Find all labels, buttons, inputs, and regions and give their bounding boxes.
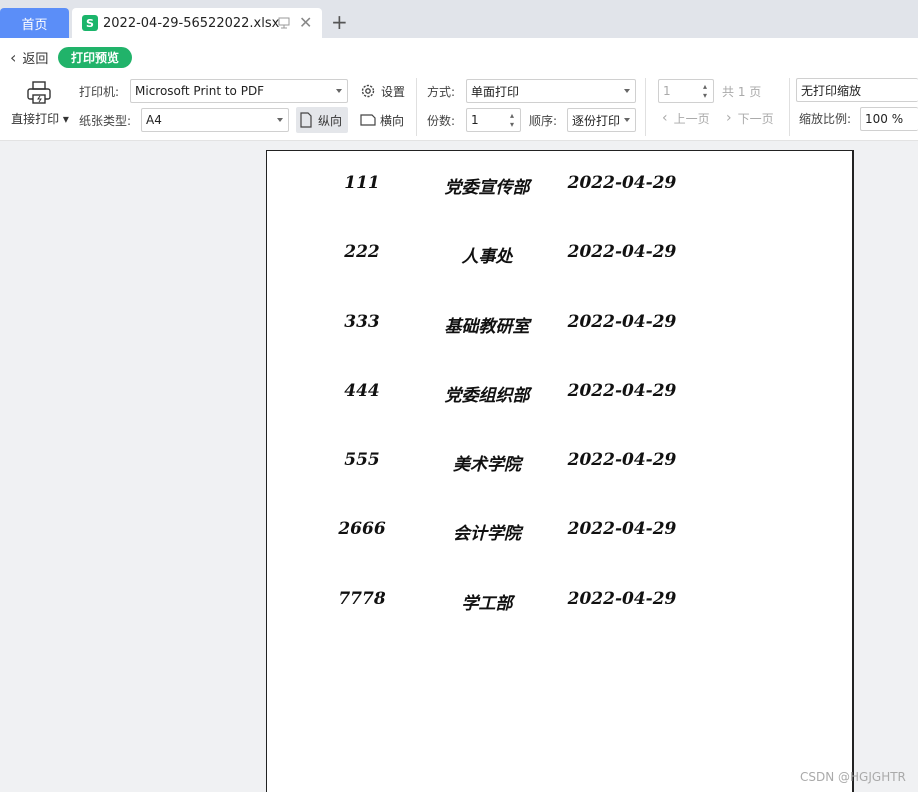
order-label: 顺序: [529, 114, 558, 128]
page-number-stepper[interactable]: 1 ▴ ▾ [658, 79, 714, 103]
paper-type-value: A4 [146, 113, 162, 127]
direct-print-button[interactable]: 直接打印 ▾ [9, 78, 69, 128]
tab-file-label: 2022-04-29-56522022.xlsx [103, 15, 280, 31]
scale-input[interactable]: 100 % [860, 107, 918, 131]
preview-area[interactable]: 111 党委宣传部 2022-04-29 222 人事处 2022-04-29 333 基础教… [0, 141, 918, 792]
landscape-page-icon [360, 114, 376, 126]
tab-bar: 首页 S 2022-04-29-56522022.xlsx ✕ + [0, 0, 918, 38]
row-dept: 党委宣传部 [444, 178, 530, 198]
scale-mode-value: 无打印缩放 [801, 83, 862, 98]
stepper-arrows-icon[interactable]: ▴ ▾ [508, 111, 516, 129]
row-date: 2022-04-29 [567, 450, 677, 470]
spreadsheet-icon: S [82, 15, 98, 31]
order-select[interactable]: 逐份打印 [567, 108, 636, 132]
row-code: 7778 [338, 589, 386, 609]
row-code: 2666 [338, 519, 386, 539]
printer-select-value: Microsoft Print to PDF [135, 84, 265, 98]
row-dept: 人事处 [461, 247, 513, 267]
row-date: 2022-04-29 [567, 242, 677, 262]
row-code: 555 [344, 450, 380, 470]
monitor-icon[interactable] [278, 17, 290, 29]
scale-mode-select[interactable]: 无打印缩放 [796, 78, 918, 102]
add-tab-icon[interactable]: + [331, 10, 348, 34]
print-mode-value: 单面打印 [471, 84, 520, 99]
close-icon[interactable]: ✕ [299, 15, 312, 31]
print-mode-select[interactable]: 单面打印 [466, 79, 636, 103]
next-page-button[interactable]: › 下一页 [722, 105, 778, 131]
portrait-page-icon [300, 112, 312, 128]
tab-file[interactable]: S 2022-04-29-56522022.xlsx ✕ [72, 8, 322, 38]
row-dept: 美术学院 [453, 455, 521, 475]
tab-home[interactable]: 首页 [0, 8, 69, 38]
row-dept: 党委组织部 [444, 386, 530, 406]
settings-label: 设置 [381, 84, 406, 99]
row-code: 111 [344, 173, 380, 193]
portrait-label: 纵向 [318, 113, 343, 128]
page-total: 共 1 页 [722, 85, 762, 99]
chevron-right-icon: › [726, 110, 732, 126]
scale-value: 100 % [865, 112, 904, 126]
prev-page-button[interactable]: ‹ 上一页 [658, 105, 714, 131]
next-page-label: 下一页 [737, 111, 774, 126]
toolbar-divider [645, 78, 646, 136]
printer-select[interactable]: Microsoft Print to PDF [130, 79, 348, 103]
landscape-label: 横向 [380, 113, 405, 128]
paper-type-label: 纸张类型: [79, 114, 132, 128]
copies-stepper[interactable]: 1 ▴ ▾ [466, 108, 521, 132]
gear-icon [361, 84, 375, 98]
row-code: 333 [344, 312, 380, 332]
order-value: 逐份打印 [572, 113, 621, 128]
row-dept: 会计学院 [453, 524, 521, 544]
chevron-left-icon: ‹ [10, 48, 17, 67]
row-date: 2022-04-29 [567, 381, 677, 401]
portrait-button[interactable]: 纵向 [296, 107, 348, 133]
copies-value: 1 [471, 113, 479, 127]
row-date: 2022-04-29 [567, 173, 677, 193]
print-preview-badge: 打印预览 [58, 47, 132, 68]
print-mode-label: 方式: [427, 85, 456, 99]
row-dept: 学工部 [461, 594, 513, 614]
direct-print-label: 直接打印 ▾ [11, 112, 69, 126]
row-date: 2022-04-29 [567, 589, 677, 609]
copies-label: 份数: [427, 114, 456, 128]
toolbar-divider [789, 78, 790, 136]
prev-page-label: 上一页 [673, 111, 710, 126]
scale-label: 缩放比例: [799, 112, 852, 126]
landscape-button[interactable]: 横向 [356, 107, 408, 133]
print-preview-page: 111 党委宣传部 2022-04-29 222 人事处 2022-04-29 333 基础教… [266, 150, 854, 792]
watermark: CSDN @HGJGHTR [800, 770, 906, 784]
chevron-left-icon: ‹ [662, 110, 668, 126]
printer-icon [27, 81, 51, 104]
row-date: 2022-04-29 [567, 519, 677, 539]
paper-type-select[interactable]: A4 [141, 108, 289, 132]
stepper-arrows-icon[interactable]: ▴ ▾ [701, 82, 709, 100]
row-code: 222 [344, 242, 380, 262]
printer-label: 打印机: [79, 85, 120, 99]
back-label: 返回 [22, 52, 49, 67]
row-code: 444 [344, 381, 380, 401]
row-dept: 基础教研室 [444, 317, 530, 337]
toolbar-divider [416, 78, 417, 136]
print-toolbar: ‹ 返回 打印预览 直接打印 ▾ 打印机: Microsoft Print to… [0, 38, 918, 141]
page-number-value: 1 [663, 84, 671, 98]
back-button[interactable]: ‹ 返回 [10, 48, 48, 67]
settings-button[interactable]: 设置 [356, 78, 409, 104]
row-date: 2022-04-29 [567, 312, 677, 332]
